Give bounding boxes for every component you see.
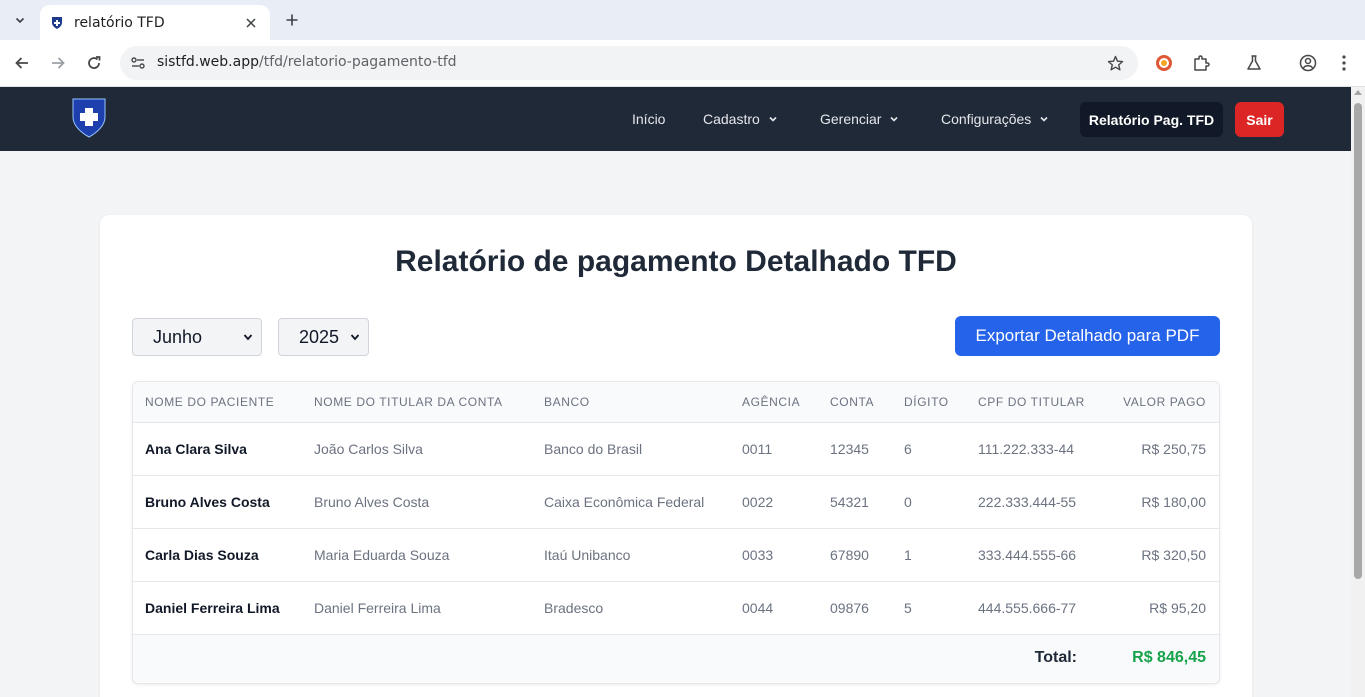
select-chevron-icon [243,332,253,342]
cell-holder-name: Maria Eduarda Souza [314,546,450,563]
reload-icon[interactable] [81,50,107,76]
cell-holder-name: João Carlos Silva [314,440,423,457]
tab-title: relatório TFD [74,14,165,31]
report-card: Relatório de pagamento Detalhado TFD Jun… [100,215,1252,697]
cell-account: 67890 [830,546,869,563]
browser-tab-strip: relatório TFD [0,0,1365,40]
th-agencia: AGÊNCIA [742,394,801,409]
chevron-down-icon [1039,114,1049,124]
browser-tab[interactable]: relatório TFD [40,5,270,40]
extensions-puzzle-icon[interactable] [1188,50,1214,76]
tab-close-icon[interactable] [242,14,260,32]
cell-bank: Bradesco [544,599,604,616]
total-value: R$ 846,45 [1132,649,1206,667]
th-conta: CONTA [830,394,875,409]
cell-agency: 0044 [742,599,774,616]
cell-amount: R$ 250,75 [1141,440,1206,457]
site-settings-icon[interactable] [130,55,146,71]
th-digito: DÍGITO [904,394,949,409]
app-navbar: Início Cadastro Gerenciar Configurações … [0,87,1351,151]
chevron-down-icon [768,114,778,124]
cell-bank: Caixa Econômica Federal [544,493,705,510]
month-select[interactable]: Junho [132,318,262,356]
month-select-value: Junho [153,326,203,347]
cell-agency: 0022 [742,493,774,510]
cell-account: 12345 [830,440,869,457]
cell-patient-name: Daniel Ferreira Lima [145,599,280,616]
table-row: Ana Clara Silva João Carlos Silva Banco … [133,422,1219,475]
nav-cadastro[interactable]: Cadastro [703,87,778,151]
cell-account: 09876 [830,599,869,616]
th-cpf-titular: CPF DO TITULAR [978,394,1085,409]
tfd-logo[interactable] [71,97,107,139]
extension-duckduckgo-icon[interactable] [1151,50,1177,76]
profile-avatar-icon[interactable] [1295,50,1321,76]
cell-bank: Banco do Brasil [544,440,643,457]
nav-configuracoes-label: Configurações [941,111,1032,127]
th-nome-paciente: NOME DO PACIENTE [145,394,275,409]
shield-favicon-icon [50,16,64,30]
th-valor-pago: VALOR PAGO [1123,394,1206,409]
cell-digit: 6 [904,440,912,457]
total-label: Total: [1034,649,1077,667]
cell-amount: R$ 95,20 [1149,599,1206,616]
scroll-thumb[interactable] [1354,103,1362,579]
cell-cpf: 444.555.666-77 [978,599,1077,616]
cell-patient-name: Ana Clara Silva [145,440,247,457]
cell-holder-name: Bruno Alves Costa [314,493,430,510]
cell-amount: R$ 320,50 [1141,546,1206,563]
cell-agency: 0011 [742,440,773,457]
new-tab-plus-icon[interactable] [280,8,304,32]
cell-cpf: 333.444.555-66 [978,546,1077,563]
table-header-row: NOME DO PACIENTE NOME DO TITULAR DA CONT… [133,382,1219,422]
cell-account: 54321 [830,493,869,510]
th-banco: BANCO [544,394,590,409]
tab-search-chevron-icon[interactable] [8,8,32,32]
nav-cadastro-label: Cadastro [703,111,760,127]
cell-amount: R$ 180,00 [1141,493,1206,510]
url-host: sistfd.web.app [157,54,259,70]
nav-gerenciar[interactable]: Gerenciar [820,87,899,151]
page-title: Relatório de pagamento Detalhado TFD [395,245,957,278]
browser-toolbar: sistfd.web.app/tfd/relatorio-pagamento-t… [0,40,1365,87]
browser-menu-dots-icon[interactable] [1331,50,1357,76]
scroll-up-arrow-icon[interactable] [1354,90,1362,95]
nav-relatorio-pag-tfd[interactable]: Relatório Pag. TFD [1080,102,1223,137]
cell-digit: 5 [904,599,912,616]
table-row: Daniel Ferreira Lima Daniel Ferreira Lim… [133,581,1219,634]
table-row: Carla Dias Souza Maria Eduarda Souza Ita… [133,528,1219,581]
nav-inicio-label: Início [632,111,666,127]
year-select-value: 2025 [299,326,340,347]
cell-cpf: 111.222.333-44 [978,440,1075,457]
cell-digit: 0 [904,493,912,510]
cell-digit: 1 [904,546,912,563]
export-pdf-button[interactable]: Exportar Detalhado para PDF [955,316,1220,356]
nav-gerenciar-label: Gerenciar [820,111,882,127]
bookmark-star-icon[interactable] [1106,54,1124,72]
th-nome-titular: NOME DO TITULAR DA CONTA [314,394,503,409]
nav-configuracoes[interactable]: Configurações [941,87,1049,151]
address-bar[interactable]: sistfd.web.app/tfd/relatorio-pagamento-t… [120,46,1138,80]
labs-flask-icon[interactable] [1241,50,1267,76]
cell-cpf: 222.333.444-55 [978,493,1077,510]
cell-agency: 0033 [742,546,774,563]
chevron-down-icon [889,114,899,124]
select-chevron-icon [350,332,360,342]
cell-patient-name: Carla Dias Souza [145,546,259,563]
table-row: Bruno Alves Costa Bruno Alves Costa Caix… [133,475,1219,528]
payment-table: NOME DO PACIENTE NOME DO TITULAR DA CONT… [132,381,1220,684]
forward-arrow-icon[interactable] [45,50,71,76]
url-text: sistfd.web.app/tfd/relatorio-pagamento-t… [157,54,457,70]
cell-patient-name: Bruno Alves Costa [145,493,270,510]
url-path: /tfd/relatorio-pagamento-tfd [259,54,457,70]
page-scrollbar[interactable] [1351,87,1365,697]
cell-bank: Itaú Unibanco [544,546,631,563]
table-total-row: Total: R$ 846,45 [133,634,1219,682]
logout-button[interactable]: Sair [1235,102,1284,137]
cell-holder-name: Daniel Ferreira Lima [314,599,441,616]
nav-inicio[interactable]: Início [632,87,665,151]
back-arrow-icon[interactable] [9,50,35,76]
year-select[interactable]: 2025 [278,318,369,356]
